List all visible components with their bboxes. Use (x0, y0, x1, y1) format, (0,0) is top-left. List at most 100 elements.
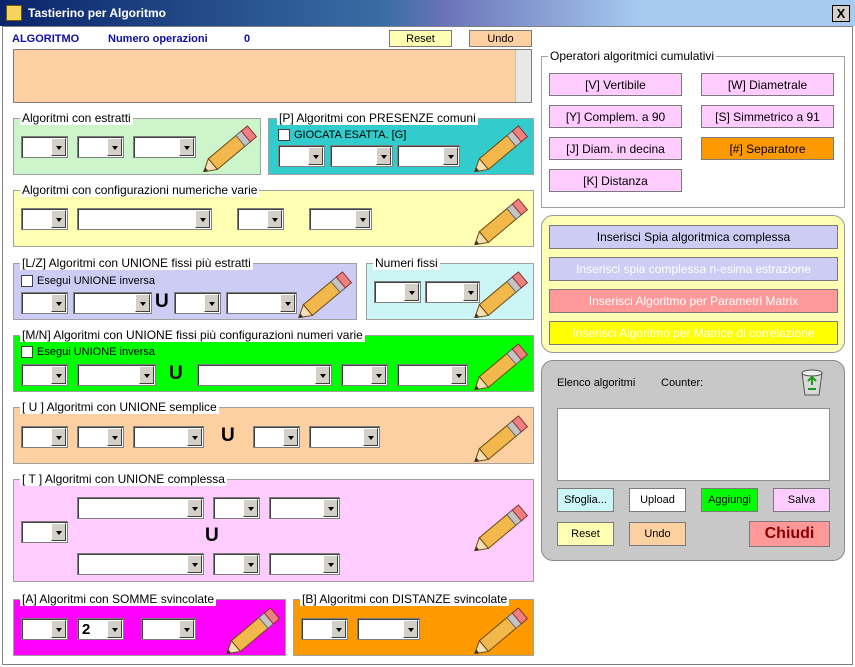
algorithm-textarea[interactable] (13, 49, 532, 103)
complessa-combo-3[interactable] (269, 497, 340, 519)
panel-estratti-title: Algoritmi con estratti (20, 111, 133, 125)
pencil-icon[interactable] (203, 124, 261, 172)
inserisci-spia-button[interactable]: Inserisci Spia algoritmica complessa (549, 225, 838, 249)
panel-presenze-title: [P] Algoritmi con PRESENZE comuni (277, 111, 478, 125)
semplice-combo-2[interactable] (77, 426, 124, 448)
unione-fissi-combo-3[interactable] (174, 292, 221, 314)
elenco-list[interactable] (557, 408, 830, 481)
diametrale-button[interactable]: [W] Diametrale (701, 73, 834, 96)
elenco-undo-button[interactable]: Undo (629, 522, 686, 546)
config-combo-3[interactable] (237, 208, 284, 230)
complem-button[interactable]: [Y] Complem. a 90 (549, 105, 682, 128)
panel-configurazioni-title: Algoritmi con configurazioni numeriche v… (20, 183, 260, 197)
complessa-combo-5[interactable] (213, 553, 260, 575)
unione-symbol-4: U (205, 525, 219, 546)
panel-unione-semplice-title: [ U ] Algoritmi con UNIONE semplice (20, 400, 219, 414)
unione-fissi-combo-4[interactable] (226, 292, 297, 314)
esegui-unione-checkbox-2[interactable] (21, 346, 33, 358)
recycle-bin-icon[interactable] (797, 367, 827, 397)
unione-config-combo-1[interactable] (21, 364, 68, 386)
somme-combo-3[interactable] (141, 618, 196, 640)
inserisci-spia-n-button[interactable]: Inserisci spia complessa n-esima estrazi… (549, 257, 838, 281)
pencil-icon[interactable] (298, 270, 356, 318)
diam-decina-button[interactable]: [J] Diam. in decina (549, 137, 682, 160)
unione-config-combo-2[interactable] (77, 364, 156, 386)
complessa-combo-2[interactable] (213, 497, 260, 519)
complessa-combo-left[interactable] (21, 521, 68, 543)
distanze-combo-2[interactable] (357, 618, 420, 640)
separatore-button[interactable]: [#] Separatore (701, 137, 834, 160)
estratti-combo-3[interactable] (133, 136, 196, 158)
config-combo-4[interactable] (309, 208, 372, 230)
sfoglia-button[interactable]: Sfoglia... (557, 488, 614, 512)
pencil-icon[interactable] (474, 342, 532, 390)
pencil-icon[interactable] (474, 270, 532, 318)
esegui-unione-label-1: Esegui UNIONE inversa (37, 275, 155, 287)
scrollbar[interactable] (515, 50, 531, 102)
pencil-icon[interactable] (474, 606, 532, 654)
panel-unione-complessa-title: [ T ] Algoritmi con UNIONE complessa (20, 472, 227, 486)
unione-config-combo-3[interactable] (197, 364, 332, 386)
config-combo-1[interactable] (21, 208, 68, 230)
pencil-icon[interactable] (474, 414, 532, 462)
unione-fissi-combo-1[interactable] (21, 292, 68, 314)
pencil-icon[interactable] (474, 124, 532, 172)
elenco-label: Elenco algoritmi (557, 377, 636, 389)
esegui-unione-checkbox-1[interactable] (21, 275, 33, 287)
aggiungi-button[interactable]: Aggiungi (701, 488, 758, 512)
estratti-combo-1[interactable] (21, 136, 68, 158)
complessa-combo-6[interactable] (269, 553, 340, 575)
panel-distanze-title: [B] Algoritmi con DISTANZE svincolate (300, 592, 510, 606)
inserisci-matrix-button[interactable]: Inserisci Algoritmo per Parametri Matrix (549, 289, 838, 313)
unione-symbol-1: U (155, 291, 169, 312)
app-icon (6, 5, 22, 21)
upload-button[interactable]: Upload (629, 488, 686, 512)
semplice-combo-3[interactable] (133, 426, 204, 448)
presenze-combo-2[interactable] (330, 145, 393, 167)
panel-somme-title: [A] Algoritmi con SOMME svincolate (20, 592, 217, 606)
somme-value: 2 (82, 621, 91, 638)
chiudi-button[interactable]: Chiudi (749, 521, 830, 547)
unione-config-combo-4[interactable] (341, 364, 388, 386)
presenze-combo-3[interactable] (397, 145, 460, 167)
title-bar[interactable]: Tastierino per Algoritmo X (0, 0, 855, 26)
numeri-fissi-combo-1[interactable] (374, 281, 421, 303)
complessa-combo-1[interactable] (77, 497, 204, 519)
salva-button[interactable]: Salva (773, 488, 830, 512)
distanza-button[interactable]: [K] Distanza (549, 169, 682, 192)
somme-combo-1[interactable] (21, 618, 68, 640)
unione-fissi-combo-2[interactable] (73, 292, 152, 314)
somme-combo-2[interactable]: 2 (77, 618, 124, 640)
config-combo-2[interactable] (77, 208, 212, 230)
vertibile-button[interactable]: [V] Vertibile (549, 73, 682, 96)
semplice-combo-1[interactable] (21, 426, 68, 448)
numero-operazioni-label: Numero operazioni (108, 33, 208, 45)
panel-unione-config-title: [M/N] Algoritmi con UNIONE fissi più con… (20, 328, 365, 342)
algoritmo-label: ALGORITMO (12, 33, 80, 45)
elenco-reset-button[interactable]: Reset (557, 522, 614, 546)
giocata-checkbox[interactable] (278, 129, 290, 141)
complessa-combo-4[interactable] (77, 553, 204, 575)
pencil-icon[interactable] (226, 606, 284, 654)
operazioni-count: 0 (244, 33, 251, 45)
pencil-icon[interactable] (474, 197, 532, 245)
panel-operatori-title: Operatori algoritmici cumulativi (548, 49, 717, 63)
numeri-fissi-combo-2[interactable] (425, 281, 480, 303)
simmetrico-button[interactable]: [S] Simmetrico a 91 (701, 105, 834, 128)
reset-button[interactable]: Reset (389, 30, 452, 47)
giocata-label: GIOCATA ESATTA. [G] (294, 129, 407, 141)
panel-unione-fissi-title: [L/Z] Algoritmi con UNIONE fissi più est… (20, 256, 253, 270)
panel-numeri-fissi-title: Numeri fissi (373, 256, 440, 270)
close-button[interactable]: X (832, 5, 850, 22)
unione-config-combo-5[interactable] (397, 364, 468, 386)
window-title: Tastierino per Algoritmo (28, 6, 167, 20)
presenze-combo-1[interactable] (278, 145, 325, 167)
unione-symbol-3: U (221, 425, 235, 446)
inserisci-matrice-button[interactable]: Inserisci Algoritmo per Matrice di corre… (549, 321, 838, 345)
pencil-icon[interactable] (474, 503, 532, 551)
semplice-combo-5[interactable] (309, 426, 380, 448)
estratti-combo-2[interactable] (77, 136, 124, 158)
distanze-combo-1[interactable] (301, 618, 348, 640)
undo-button[interactable]: Undo (469, 30, 532, 47)
semplice-combo-4[interactable] (253, 426, 300, 448)
